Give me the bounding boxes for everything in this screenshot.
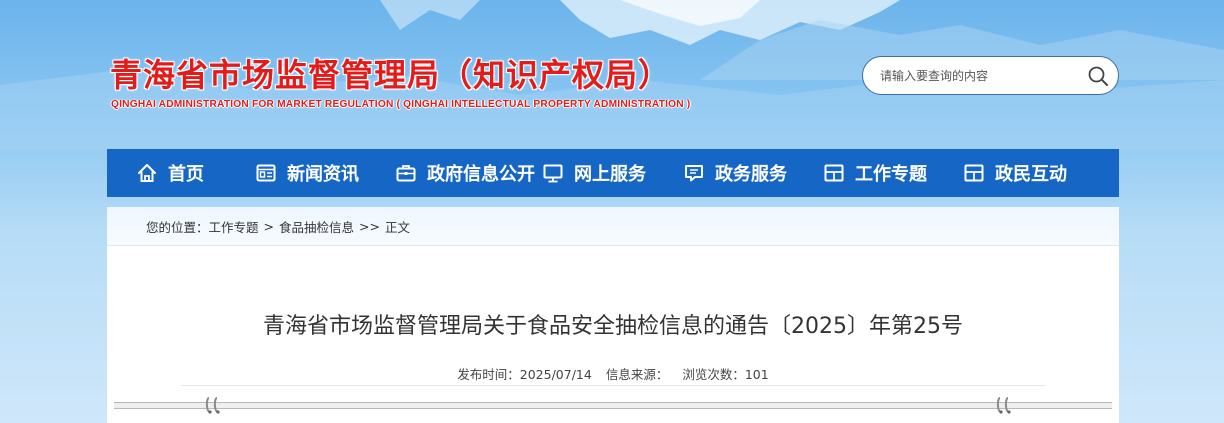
home-icon (135, 161, 159, 185)
divider (181, 385, 1045, 386)
publish-date: 2025/07/14 (519, 367, 592, 382)
briefcase-icon (394, 161, 418, 185)
nav-item-online-service[interactable]: 网上服务 (541, 149, 646, 197)
article-title: 青海省市场监督管理局关于食品安全抽检信息的通告〔2025〕年第25号 (263, 314, 963, 339)
publish-label: 发布时间： (457, 367, 520, 382)
nav-item-label: 政民互动 (995, 164, 1067, 185)
scroll-rail-divider (114, 402, 1112, 409)
nav-item-interaction[interactable]: 政民互动 (962, 149, 1067, 197)
nav-item-news[interactable]: 新闻资讯 (254, 149, 359, 197)
nav-item-label: 首页 (168, 164, 204, 185)
content-panel: 您的位置： 工作专题 > 食品抽检信息 >> 正文 青海省市场监督管理局关于食品… (107, 207, 1119, 423)
main-nav: 首页 新闻资讯 政府信息公开 网上服务 政务服务 工作专题 政民互动 (107, 149, 1119, 197)
chat-icon (682, 161, 706, 185)
nav-item-label: 新闻资讯 (287, 164, 359, 185)
breadcrumb-item-food-inspection[interactable]: 食品抽检信息 (279, 217, 354, 236)
nav-item-label: 政府信息公开 (427, 164, 535, 185)
site-subtitle: QINGHAI ADMINISTRATION FOR MARKET REGULA… (111, 99, 691, 110)
nav-item-label: 网上服务 (574, 164, 646, 185)
breadcrumb-item-work-topics[interactable]: 工作专题 (209, 217, 259, 236)
breadcrumb-separator: >> (359, 218, 380, 234)
search-box (862, 56, 1119, 95)
breadcrumb: 您的位置： 工作专题 > 食品抽检信息 >> 正文 (107, 207, 1119, 246)
breadcrumb-prefix: 您的位置： (146, 219, 209, 235)
monitor-icon (541, 161, 565, 185)
search-input[interactable] (863, 57, 1078, 94)
layout-icon (822, 161, 846, 185)
breadcrumb-separator: > (263, 218, 275, 234)
nav-item-gov-service[interactable]: 政务服务 (682, 149, 787, 197)
binder-ring-icon (996, 397, 1011, 414)
search-icon (1088, 66, 1108, 86)
source-label: 信息来源： (605, 367, 669, 382)
news-icon (254, 161, 278, 185)
nav-item-label: 工作专题 (855, 164, 927, 185)
nav-item-work-topics[interactable]: 工作专题 (822, 149, 927, 197)
article-meta: 发布时间：2025/07/14 信息来源： 浏览次数：101 (107, 364, 1119, 383)
nav-item-label: 政务服务 (715, 164, 787, 185)
layout-icon (962, 161, 986, 185)
nav-item-home[interactable]: 首页 (135, 149, 204, 197)
breadcrumb-item-current: 正文 (384, 219, 410, 235)
binder-ring-icon (205, 397, 220, 414)
nav-item-gov-info[interactable]: 政府信息公开 (394, 149, 535, 197)
views-label: 浏览次数： (682, 367, 745, 382)
search-button[interactable] (1078, 57, 1118, 94)
site-title: 青海省市场监督管理局（知识产权局） (110, 56, 672, 94)
views-count: 101 (744, 367, 769, 382)
